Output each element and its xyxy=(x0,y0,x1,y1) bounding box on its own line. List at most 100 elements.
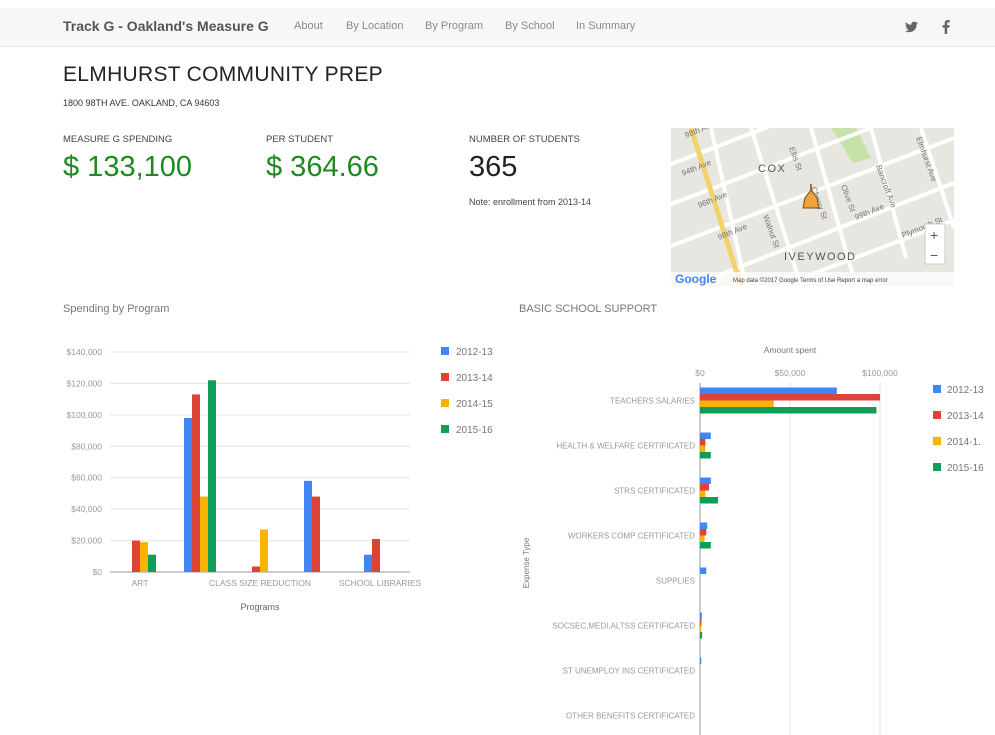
y-tick-label: WORKERS COMP CERTIFICATED xyxy=(568,532,695,541)
legend-swatch xyxy=(441,425,449,433)
bar xyxy=(700,407,877,414)
students-value: 365 xyxy=(469,151,518,183)
y-tick-label: $100,000 xyxy=(67,410,103,420)
legend-label: 2012-13 xyxy=(947,385,984,396)
legend-label: 2013-14 xyxy=(947,411,984,422)
chart1-title: Spending by Program xyxy=(63,303,170,315)
top-navbar: Track G - Oakland's Measure G About By L… xyxy=(0,8,995,47)
y-tick-label: $140,000 xyxy=(67,347,103,357)
map-canvas[interactable]: 94th Ave 96th Ave 98th Ave 99th Ave Waln… xyxy=(671,128,954,286)
bar xyxy=(700,612,702,619)
nav-by-school[interactable]: By School xyxy=(505,20,555,32)
school-address: 1800 98TH AVE. OAKLAND, CA 94603 xyxy=(63,98,220,108)
nav-in-summary[interactable]: In Summary xyxy=(576,20,635,32)
school-name: ELMHURST COMMUNITY PREP xyxy=(63,63,383,86)
per-student-label: PER STUDENT xyxy=(266,134,334,145)
bar xyxy=(700,542,711,549)
y-axis-title: Expense Type xyxy=(522,537,531,588)
bar xyxy=(700,497,718,504)
legend-label: 2015-16 xyxy=(947,463,984,474)
spending-label: MEASURE G SPENDING xyxy=(63,134,173,145)
bar xyxy=(252,566,260,572)
zoom-out-button[interactable]: − xyxy=(930,247,938,263)
x-axis-title: Amount spent xyxy=(764,345,817,355)
bar xyxy=(184,418,192,572)
y-tick-label: $120,000 xyxy=(67,378,103,388)
legend-label: 2014-15 xyxy=(456,399,493,410)
x-tick-label: SCHOOL LIBRARIES xyxy=(339,578,422,588)
y-tick-label: OTHER BENEFITS CERTIFICATED xyxy=(566,712,695,721)
basic-school-support-chart: Amount spent $0 $50,000 $100,000 TEACHERS SA… xyxy=(522,345,984,735)
bar xyxy=(700,477,711,484)
bar xyxy=(700,400,774,407)
bar xyxy=(304,480,312,572)
bar xyxy=(372,539,380,572)
bar xyxy=(364,554,372,572)
bar xyxy=(700,619,702,626)
bar xyxy=(208,380,216,572)
legend-label: 2015-16 xyxy=(456,425,493,436)
bar xyxy=(700,490,706,497)
y-tick-label: SUPPLIES xyxy=(656,577,695,586)
bar xyxy=(700,439,706,446)
y-tick-label: $80,000 xyxy=(71,441,102,451)
nav-by-location[interactable]: By Location xyxy=(346,20,403,32)
bar xyxy=(700,394,880,401)
bar xyxy=(700,567,707,574)
y-tick-label: HEALTH & WELFARE CERTIFICATED xyxy=(556,442,695,451)
bar xyxy=(700,452,711,459)
zoom-in-button[interactable]: + xyxy=(930,227,938,243)
y-tick-label: ST UNEMPLOY INS CERTIFICATED xyxy=(563,667,696,676)
y-tick-label: STRS CERTIFICATED xyxy=(614,487,695,496)
chart2-title: BASIC SCHOOL SUPPORT xyxy=(519,303,658,315)
bar xyxy=(700,445,706,452)
bar xyxy=(312,496,320,572)
legend-label: 2012-13 xyxy=(456,347,493,358)
google-logo: Google xyxy=(675,272,717,286)
neighborhood-label-cox: COX xyxy=(758,163,786,175)
legend-label: 2013-14 xyxy=(456,373,493,384)
neighborhood-label-iveywood: IVEYWOOD xyxy=(784,251,857,263)
x-tick-label: $50,000 xyxy=(775,368,806,378)
brand-link[interactable]: Track G - Oakland's Measure G xyxy=(63,18,269,34)
legend-swatch xyxy=(933,411,941,419)
legend-swatch xyxy=(441,373,449,381)
x-tick-label: $100,000 xyxy=(862,368,898,378)
legend-label: 2014-1. xyxy=(947,437,981,448)
y-tick-label: $20,000 xyxy=(71,536,102,546)
bar xyxy=(140,542,148,572)
legend-swatch xyxy=(441,347,449,355)
bar xyxy=(700,657,702,664)
bar xyxy=(132,540,140,572)
spending-by-program-chart: $0 $20,000 $40,000 $60,000 $80,000 $100,000 $1… xyxy=(67,347,493,612)
y-tick-label: SOCSEC,MEDI,ALTSS CERTIFICATED xyxy=(552,622,695,631)
spending-value: $ 133,100 xyxy=(63,151,193,183)
legend-swatch xyxy=(933,463,941,471)
bar xyxy=(700,632,703,639)
x-tick-label: ART xyxy=(132,578,149,588)
y-tick-label: $40,000 xyxy=(71,504,102,514)
twitter-icon[interactable] xyxy=(905,21,918,33)
map-attribution[interactable]: Map data ©2017 Google Terms of Use Repor… xyxy=(733,277,888,284)
bar xyxy=(700,387,837,394)
per-student-value: $ 364.66 xyxy=(266,151,379,183)
x-tick-label: CLASS SIZE REDUCTION xyxy=(209,578,311,588)
students-label: NUMBER OF STUDENTS xyxy=(469,134,580,145)
bar xyxy=(700,522,708,529)
x-tick-label: $0 xyxy=(695,368,705,378)
location-map[interactable]: 94th Ave 96th Ave 98th Ave 99th Ave Waln… xyxy=(671,128,954,286)
nav-about[interactable]: About xyxy=(294,20,323,32)
nav-by-program[interactable]: By Program xyxy=(425,20,483,32)
facebook-icon[interactable] xyxy=(942,20,950,34)
bar xyxy=(700,484,709,491)
bar xyxy=(700,625,702,632)
bar xyxy=(200,496,208,572)
bar xyxy=(260,529,268,572)
bar xyxy=(700,432,711,439)
bar xyxy=(148,554,156,572)
y-tick-label: $60,000 xyxy=(71,473,102,483)
y-tick-label: TEACHERS SALARIES xyxy=(610,397,695,406)
bar xyxy=(700,535,705,542)
enrollment-note: Note: enrollment from 2013-14 xyxy=(469,197,592,207)
x-axis-title: Programs xyxy=(240,602,280,612)
